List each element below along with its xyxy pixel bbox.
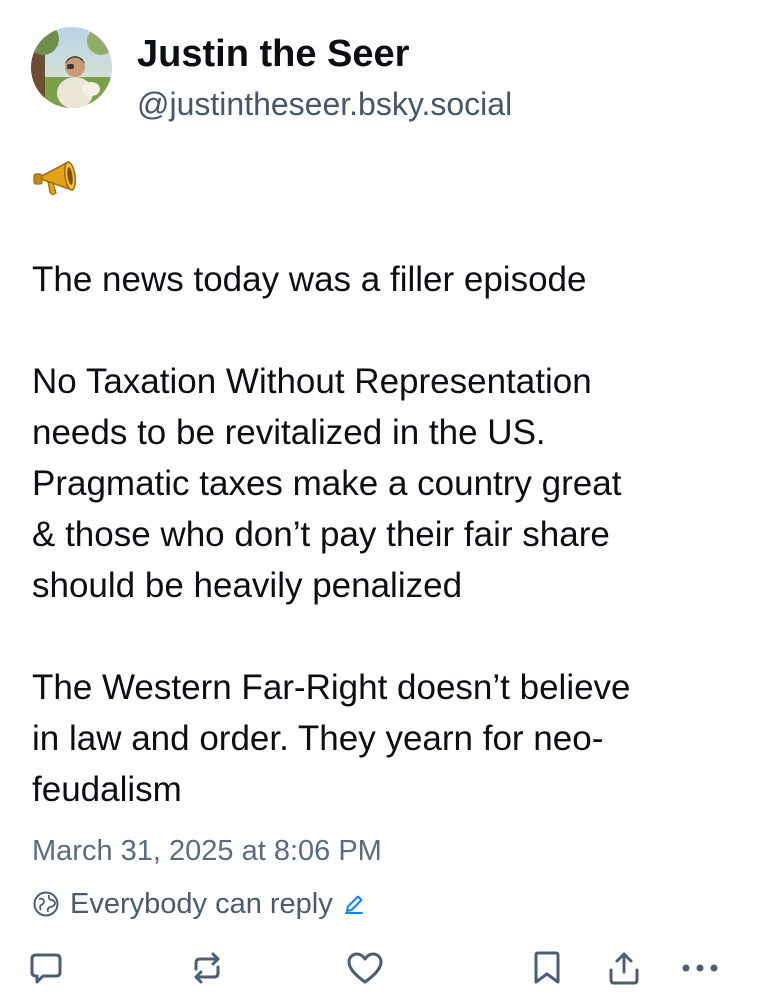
display-name[interactable]: Justin the Seer xyxy=(137,32,409,76)
share-button[interactable] xyxy=(604,948,644,988)
share-icon xyxy=(607,950,641,986)
heart-icon xyxy=(346,951,384,985)
bookmark-icon xyxy=(532,950,562,986)
reply-setting-label: Everybody can reply xyxy=(70,888,333,920)
post-timestamp[interactable]: March 31, 2025 at 8:06 PM xyxy=(32,833,382,869)
reply-setting[interactable]: Everybody can reply xyxy=(32,884,365,924)
avatar[interactable] xyxy=(31,27,112,108)
user-handle[interactable]: @justintheseer.bsky.social xyxy=(137,84,512,124)
bookmark-button[interactable] xyxy=(527,948,567,988)
repost-button[interactable] xyxy=(187,948,227,988)
like-button[interactable] xyxy=(345,948,385,988)
more-options-button[interactable] xyxy=(680,948,720,988)
repost-icon xyxy=(189,951,225,985)
ellipsis-icon xyxy=(680,962,720,974)
post-paragraph: The Western Far-Right doesn’t believe in… xyxy=(32,668,631,809)
reply-button[interactable] xyxy=(26,948,66,988)
profile-photo-icon xyxy=(31,27,112,108)
speech-bubble-icon xyxy=(29,951,63,985)
globe-icon xyxy=(32,890,60,918)
post-paragraph: The news today was a filler episode xyxy=(32,260,587,299)
post-paragraph: No Taxation Without Representation needs… xyxy=(32,362,622,605)
post-text: The news today was a filler episode No T… xyxy=(32,254,732,815)
megaphone-emoji-icon xyxy=(32,158,78,198)
pencil-icon[interactable] xyxy=(343,893,365,915)
